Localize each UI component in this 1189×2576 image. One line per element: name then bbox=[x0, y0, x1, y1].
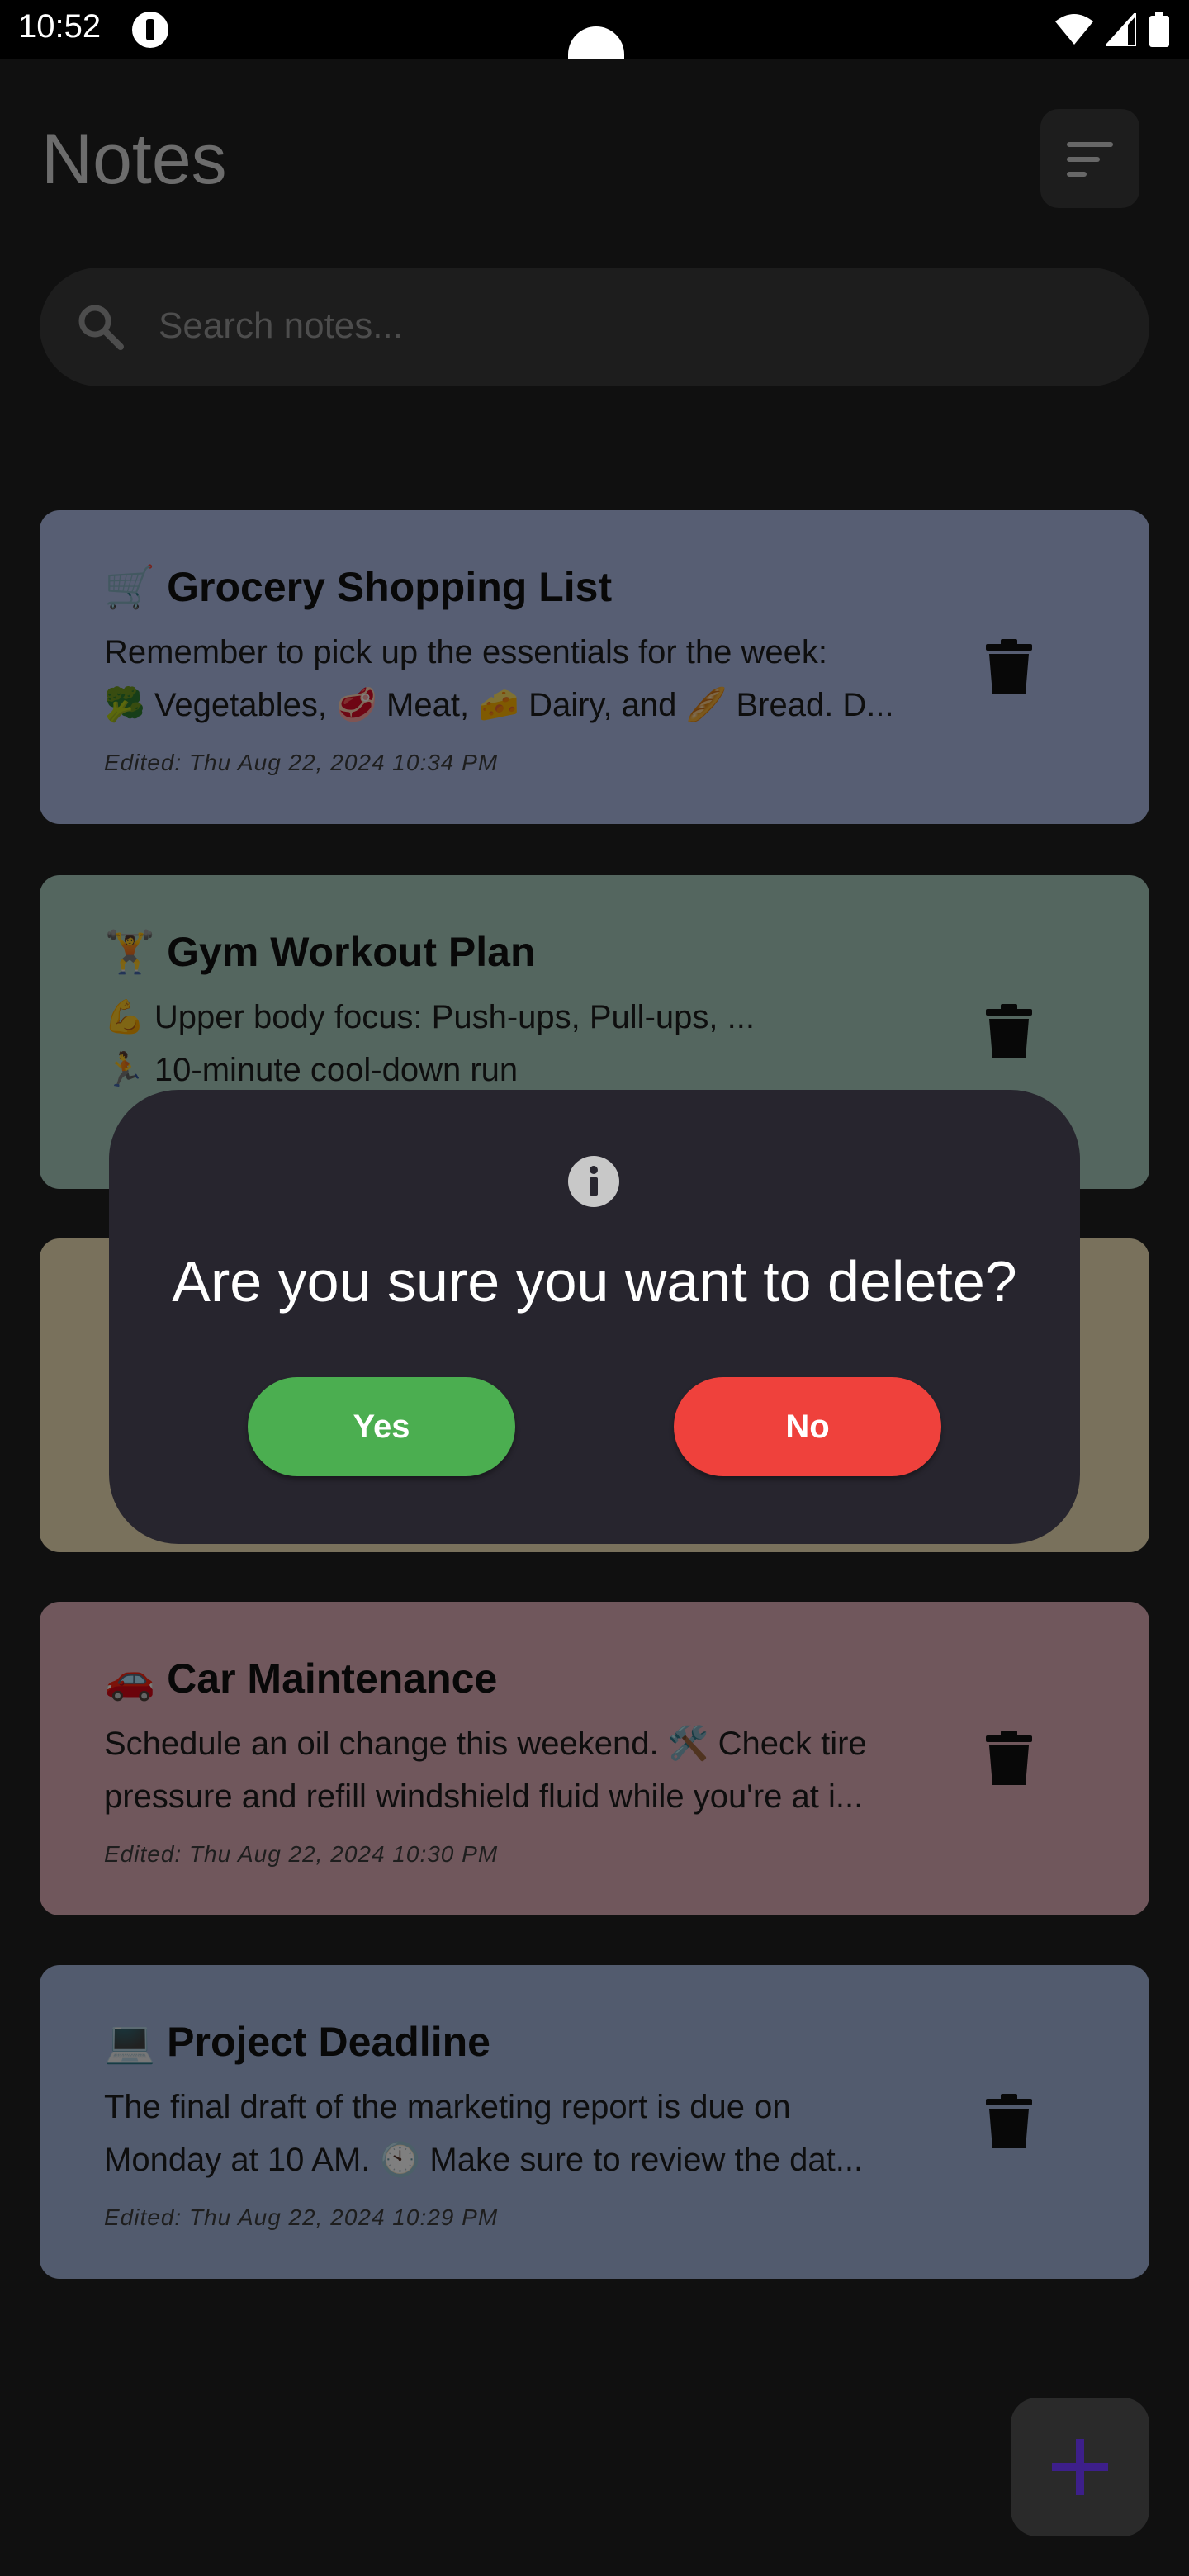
status-bar: 10:52 bbox=[0, 0, 1189, 59]
signal-icon bbox=[1106, 13, 1136, 46]
add-note-button[interactable] bbox=[1011, 2398, 1149, 2536]
status-time: 10:52 bbox=[18, 8, 102, 45]
battery-icon bbox=[1149, 12, 1169, 47]
app-notification-icon bbox=[132, 12, 168, 48]
camera-cutout bbox=[568, 26, 624, 59]
wifi-icon bbox=[1055, 14, 1093, 45]
yes-button[interactable]: Yes bbox=[248, 1377, 515, 1476]
status-icons bbox=[1055, 10, 1169, 50]
info-icon bbox=[568, 1156, 619, 1207]
dialog-message: Are you sure you want to delete? bbox=[172, 1249, 1017, 1314]
delete-confirm-dialog: Are you sure you want to delete? Yes No bbox=[109, 1090, 1080, 1544]
plus-icon bbox=[1052, 2439, 1108, 2495]
no-button[interactable]: No bbox=[674, 1377, 941, 1476]
